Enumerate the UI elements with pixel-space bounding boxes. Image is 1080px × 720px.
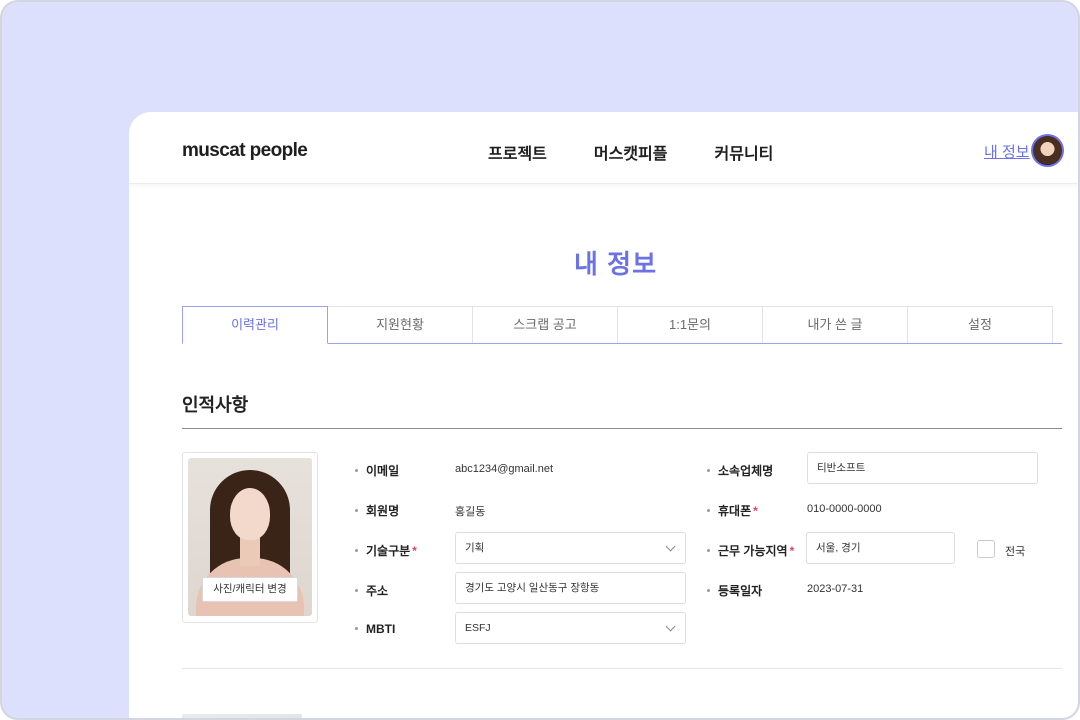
nav-item-community[interactable]: 커뮤니티: [715, 140, 774, 164]
profile-photo-box: 사진/캐릭터 변경: [182, 452, 318, 623]
nationwide-checkbox[interactable]: [977, 540, 995, 558]
nationwide-label: 전국: [1005, 546, 1026, 558]
name-label: 회원명: [355, 502, 399, 519]
region-label: 근무 가능지역 *: [707, 542, 794, 559]
tab-applications[interactable]: 지원현황: [327, 306, 473, 343]
company-label: 소속업체명: [707, 462, 773, 479]
address-value: 경기도 고양시 일산동구 장항동: [465, 582, 600, 594]
registered-value: 2023-07-31: [807, 583, 864, 595]
skill-select-value: 기획: [465, 542, 485, 554]
site-header: muscat people 프로젝트 머스캣피플 커뮤니티 내 정보: [129, 112, 1078, 184]
next-section-title-cutoff: [182, 714, 302, 718]
main-nav: 프로젝트 머스캣피플 커뮤니티: [488, 140, 820, 164]
nav-item-project[interactable]: 프로젝트: [488, 140, 547, 164]
browser-panel: muscat people 프로젝트 머스캣피플 커뮤니티 내 정보 내 정보 …: [129, 112, 1078, 718]
background-frame: muscat people 프로젝트 머스캣피플 커뮤니티 내 정보 내 정보 …: [0, 0, 1080, 720]
nav-item-muscatpeople[interactable]: 머스캣피플: [594, 140, 668, 164]
phone-label: 휴대폰 *: [707, 502, 758, 519]
chevron-down-icon: [665, 621, 676, 632]
region-value: 서울, 경기: [816, 542, 861, 554]
company-field[interactable]: 티반소프트: [807, 452, 1038, 484]
section-title: 인적사항: [182, 395, 249, 415]
profile-photo: 사진/캐릭터 변경: [188, 458, 312, 616]
email-label: 이메일: [355, 462, 399, 479]
my-info-link[interactable]: 내 정보: [984, 141, 1030, 162]
region-field[interactable]: 서울, 경기: [806, 532, 955, 564]
avatar-image: [1033, 136, 1062, 165]
change-photo-button[interactable]: 사진/캐릭터 변경: [202, 577, 298, 602]
tab-resume[interactable]: 이력관리: [182, 306, 328, 344]
page-title: 내 정보: [574, 249, 657, 279]
company-value: 티반소프트: [817, 462, 866, 474]
section-divider: [182, 428, 1062, 429]
tab-my-posts[interactable]: 내가 쓴 글: [762, 306, 908, 343]
tab-settings[interactable]: 설정: [907, 306, 1053, 343]
mbti-select[interactable]: ESFJ: [455, 612, 686, 644]
phone-value: 010-0000-0000: [807, 503, 882, 515]
skill-select[interactable]: 기획: [455, 532, 686, 564]
chevron-down-icon: [665, 541, 676, 552]
tab-bar: 이력관리 지원현황 스크랩 공고 1:1문의 내가 쓴 글 설정: [182, 306, 1062, 344]
avatar[interactable]: [1031, 134, 1064, 167]
site-logo[interactable]: muscat people: [182, 140, 308, 162]
name-value: 홍길동: [455, 506, 486, 518]
section-bottom-divider: [182, 668, 1062, 669]
mbti-label: MBTI: [355, 622, 395, 636]
registered-label: 등록일자: [707, 582, 762, 599]
tab-inquiry[interactable]: 1:1문의: [617, 306, 763, 343]
address-label: 주소: [355, 582, 388, 599]
mbti-select-value: ESFJ: [465, 622, 491, 634]
email-value: abc1234@gmail.net: [455, 463, 554, 475]
tab-scrap[interactable]: 스크랩 공고: [472, 306, 618, 343]
address-field[interactable]: 경기도 고양시 일산동구 장항동: [455, 572, 686, 604]
skill-label: 기술구분 *: [355, 542, 417, 559]
